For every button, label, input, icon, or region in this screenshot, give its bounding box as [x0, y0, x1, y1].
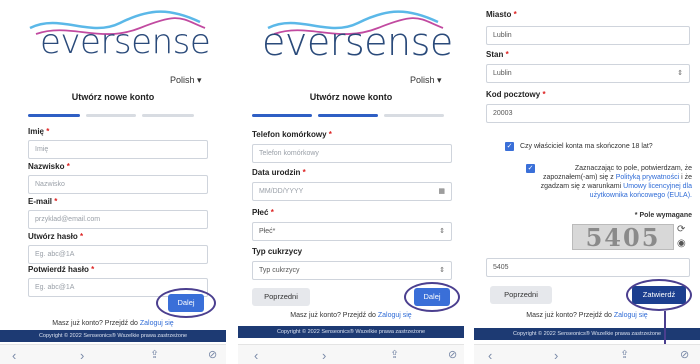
select-arrows-icon: ⇕	[439, 228, 445, 235]
form-title: Utwórz nowe konto	[309, 92, 393, 102]
login-link[interactable]: Zaloguj się	[140, 320, 174, 327]
signup-step1-screen: eversense Polish ▾ Utwórz nowe konto Imi…	[0, 0, 226, 364]
age-question: Czy właściciel konta ma skończone 18 lat…	[520, 143, 653, 150]
forward-icon[interactable]: ›	[322, 348, 326, 363]
step-progress	[252, 114, 452, 117]
last-name-label: Nazwisko *	[28, 162, 70, 171]
compass-icon[interactable]: ⊘	[448, 348, 457, 361]
back-icon[interactable]: ‹	[254, 348, 258, 363]
share-icon[interactable]: ⇪	[390, 348, 399, 361]
zip-label: Kod pocztowy *	[486, 90, 546, 99]
eversense-logo: eversense	[0, 8, 226, 68]
city-input[interactable]: Lublin	[486, 26, 690, 45]
phone-input[interactable]: Telefon komórkowy	[252, 144, 452, 163]
highlight-ellipse	[626, 279, 692, 311]
phone-label: Telefon komórkowy *	[252, 130, 332, 139]
compass-icon[interactable]: ⊘	[208, 348, 217, 361]
diabetes-type-label: Typ cukrzycy	[252, 247, 303, 256]
browser-nav-bar: ‹ › ⇪ ⊘	[0, 344, 226, 364]
step-progress	[28, 114, 198, 117]
previous-button[interactable]: Poprzedni	[252, 288, 310, 306]
first-name-input[interactable]: Imię	[28, 140, 208, 159]
dob-label: Data urodzin *	[252, 168, 306, 177]
gender-select[interactable]: Płeć* ⇕	[252, 222, 452, 241]
captcha-image: 5405	[572, 224, 674, 251]
copyright-footer: Copyright © 2022 Senseonics® Wszelkie pr…	[238, 326, 464, 338]
previous-button[interactable]: Poprzedni	[490, 286, 552, 304]
gender-label: Płeć *	[252, 208, 274, 217]
email-label: E-mail *	[28, 197, 58, 206]
login-hint: Masz już konto? Przejdź do Zaloguj się	[526, 312, 648, 319]
consent-checkbox[interactable]: ✓	[526, 164, 535, 173]
required-note: * Pole wymagane	[634, 212, 692, 219]
eula-link[interactable]: Umowy licencyjnej dla	[623, 183, 692, 190]
eversense-logo: eversense	[238, 8, 464, 68]
city-label: Miasto *	[486, 10, 517, 19]
step-3-indicator	[142, 114, 194, 117]
browser-nav-bar: ‹ › ⇪ ⊘	[238, 344, 464, 364]
language-select[interactable]: Polish ▾	[170, 75, 202, 86]
back-icon[interactable]: ‹	[12, 348, 16, 363]
first-name-label: Imię *	[28, 127, 50, 136]
language-select[interactable]: Polish ▾	[410, 75, 442, 86]
signup-step2-screen: eversense Polish ▾ Utwórz nowe konto Tel…	[238, 0, 464, 364]
login-hint: Masz już konto? Przejdź do Zaloguj się	[52, 320, 174, 327]
step-2-indicator	[318, 114, 378, 117]
create-password-input[interactable]: Eg. abc@1A	[28, 245, 208, 264]
language-label: Polish	[410, 75, 435, 85]
consent-text: Zaznaczając to pole, potwierdzam, że zap…	[540, 165, 692, 199]
highlight-ellipse	[404, 282, 460, 312]
select-arrows-icon: ⇕	[677, 70, 683, 77]
share-icon[interactable]: ⇪	[620, 348, 629, 361]
logo-text: eversense	[262, 20, 453, 64]
back-icon[interactable]: ‹	[488, 348, 492, 363]
zip-input[interactable]: 20003	[486, 104, 690, 123]
step-1-indicator	[28, 114, 80, 117]
state-select[interactable]: Lublin ⇕	[486, 64, 690, 83]
select-arrows-icon: ⇕	[439, 267, 445, 274]
login-link[interactable]: Zaloguj się	[378, 312, 412, 319]
share-icon[interactable]: ⇪	[150, 348, 159, 361]
calendar-icon[interactable]: ▦	[438, 183, 445, 200]
diabetes-type-select[interactable]: Typ cukrzycy ⇕	[252, 261, 452, 280]
state-label: Stan *	[486, 50, 509, 59]
screenshot-collage: eversense Polish ▾ Utwórz nowe konto Imi…	[0, 0, 700, 364]
age-checkbox[interactable]: ✓	[505, 142, 514, 151]
dob-input[interactable]: MM/DD/YYYY ▦	[252, 182, 452, 201]
login-link[interactable]: Zaloguj się	[614, 312, 648, 319]
logo-text: eversense	[40, 22, 211, 62]
forward-icon[interactable]: ›	[554, 348, 558, 363]
last-name-input[interactable]: Nazwisko	[28, 175, 208, 194]
copyright-footer: Copyright © 2022 Senseonics® Wszelkie pr…	[0, 330, 226, 342]
captcha-input[interactable]: 5405	[486, 258, 690, 277]
forward-icon[interactable]: ›	[80, 348, 84, 363]
confirm-password-label: Potwierdź hasło *	[28, 265, 95, 274]
email-input[interactable]: przyklad@email.com	[28, 210, 208, 229]
step-1-indicator	[252, 114, 312, 117]
copyright-footer: Copyright © 2022 Senseonics® Wszelkie pr…	[474, 328, 700, 340]
highlight-ellipse	[156, 288, 216, 318]
login-hint: Masz już konto? Przejdź do Zaloguj się	[290, 312, 412, 319]
create-password-label: Utwórz hasło *	[28, 232, 84, 241]
compass-icon[interactable]: ⊘	[680, 348, 689, 361]
audio-captcha-icon[interactable]: ◉	[677, 238, 686, 249]
form-title: Utwórz nowe konto	[71, 92, 155, 102]
step-3-indicator	[384, 114, 444, 117]
language-label: Polish	[170, 75, 195, 85]
signup-step3-screen: Miasto * Lublin Stan * Lublin ⇕ Kod poczt…	[474, 0, 700, 364]
step-2-indicator	[86, 114, 136, 117]
refresh-captcha-icon[interactable]: ⟳	[677, 224, 685, 235]
browser-nav-bar: ‹ › ⇪ ⊘	[474, 344, 700, 364]
privacy-policy-link[interactable]: Polityką prywatności	[616, 174, 679, 181]
